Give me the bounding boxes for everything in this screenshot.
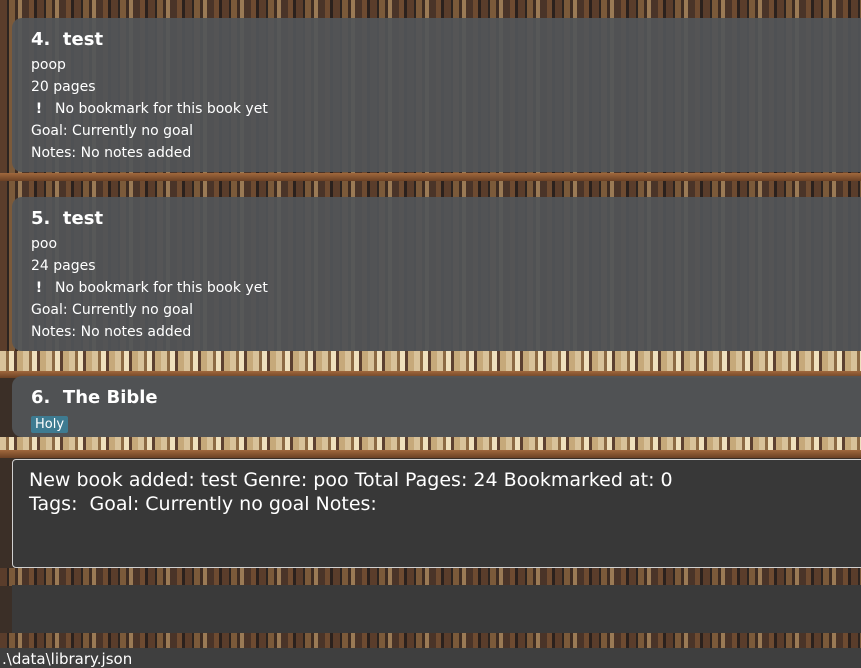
- exclamation-icon: !: [35, 280, 43, 296]
- result-line-2: Tags: Goal: Currently no goal Notes:: [29, 493, 377, 515]
- book-bookmark-row: ! No bookmark for this book yet: [31, 98, 861, 120]
- book-index: 5.: [31, 208, 51, 229]
- book-title-row: 6. The Bible: [31, 386, 861, 410]
- book-bookmark: No bookmark for this book yet: [55, 280, 268, 296]
- book-goal: Goal: Currently no goal: [31, 302, 194, 318]
- book-card[interactable]: 4. test poop 20 pages ! No bookmark for t…: [12, 18, 861, 172]
- data-file-path: .\data\library.json: [2, 650, 133, 668]
- book-card[interactable]: 5. test poo 24 pages ! No bookmark for th…: [12, 197, 861, 351]
- book-index: 6.: [31, 387, 51, 408]
- book-goal: Goal: Currently no goal: [31, 123, 194, 139]
- exclamation-icon: !: [35, 101, 43, 117]
- book-title: test: [62, 29, 104, 50]
- book-notes: Notes: No notes added: [31, 324, 192, 340]
- book-title: test: [62, 208, 104, 229]
- book-genre: poop: [31, 57, 66, 73]
- book-notes: Notes: No notes added: [31, 145, 192, 161]
- result-line-1: New book added: test Genre: poo Total Pa…: [29, 469, 673, 491]
- book-index: 4.: [31, 29, 51, 50]
- book-title: The Bible: [62, 387, 158, 408]
- book-title-row: 5. test: [31, 207, 861, 231]
- status-bar: .\data\library.json: [0, 648, 861, 668]
- book-bookmark-row: ! No bookmark for this book yet: [31, 277, 861, 299]
- book-pages: 24 pages: [31, 258, 96, 274]
- book-pages: 20 pages: [31, 79, 96, 95]
- book-genre: poo: [31, 236, 58, 252]
- result-display: New book added: test Genre: poo Total Pa…: [12, 459, 861, 568]
- book-title-row: 4. test: [31, 28, 861, 52]
- book-tag: Holy: [31, 416, 69, 433]
- command-input[interactable]: [12, 585, 861, 633]
- book-bookmark: No bookmark for this book yet: [55, 101, 268, 117]
- book-card[interactable]: 6. The Bible Holy: [12, 376, 861, 437]
